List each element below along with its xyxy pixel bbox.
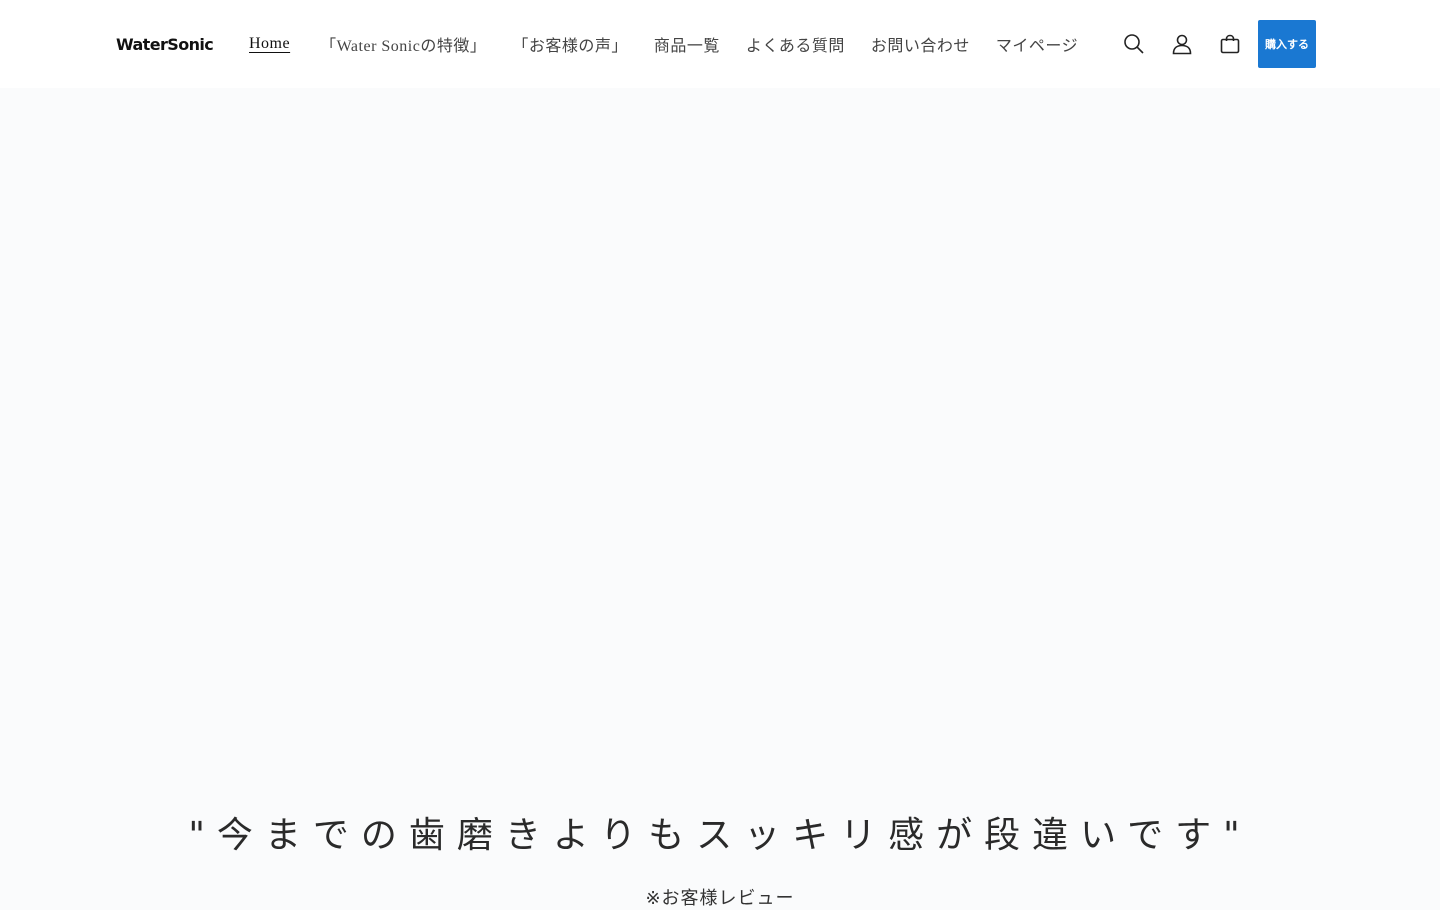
logo-text: WaterSonic — [116, 34, 214, 54]
site-header: WaterSonic Home 「Water Sonicの特徴」 「お客様の声」… — [0, 0, 1440, 88]
review-note: ※お客様レビュー — [645, 888, 795, 909]
nav-reviews[interactable]: 「お客様の声」 — [512, 32, 628, 56]
nav-features[interactable]: 「Water Sonicの特徴」 — [320, 32, 486, 56]
buy-button-label: 購入する — [1265, 38, 1309, 51]
search-icon — [1124, 34, 1144, 54]
nav-home[interactable]: Home — [249, 35, 290, 53]
cart-button[interactable] — [1206, 20, 1254, 68]
hero-headline: "今までの歯磨きよりもスッキリ感が段違いです" — [188, 815, 1252, 856]
cart-icon — [1220, 34, 1240, 54]
buy-button[interactable]: 購入する — [1258, 20, 1316, 68]
nav-faq[interactable]: よくある質問 — [746, 32, 845, 56]
nav-mypage[interactable]: マイページ — [996, 32, 1078, 56]
account-button[interactable] — [1158, 20, 1206, 68]
main-nav: Home 「Water Sonicの特徴」 「お客様の声」 商品一覧 よくある質… — [249, 30, 1078, 58]
user-icon — [1172, 34, 1192, 55]
search-button[interactable] — [1110, 20, 1158, 68]
header-icons — [1110, 20, 1254, 68]
nav-products[interactable]: 商品一覧 — [654, 32, 720, 56]
hero-section — [0, 88, 1440, 900]
nav-contact[interactable]: お問い合わせ — [871, 32, 970, 56]
site-logo[interactable]: WaterSonic — [116, 33, 214, 55]
